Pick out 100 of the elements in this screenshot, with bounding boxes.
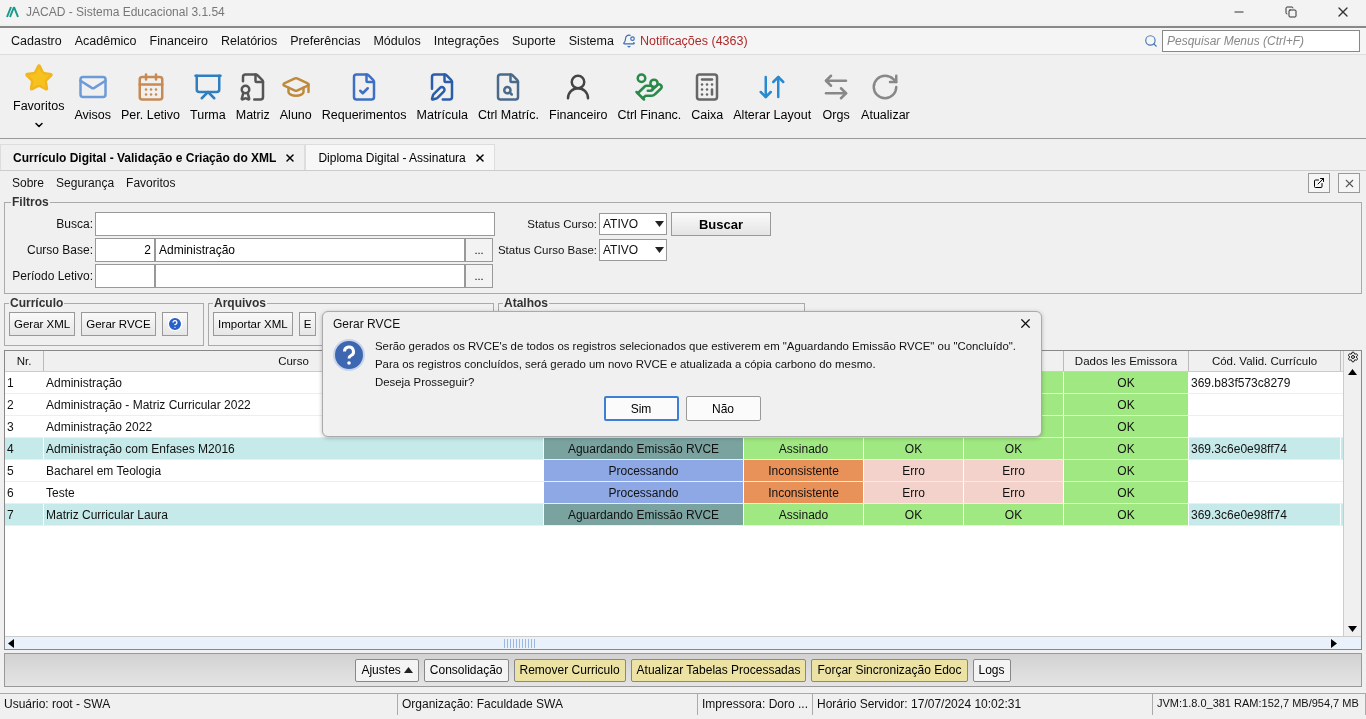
toolbar-button[interactable]: Orgs [816, 56, 857, 137]
help-button[interactable] [161, 312, 188, 336]
menu-item[interactable]: Favoritos [120, 176, 182, 190]
group-button[interactable]: Gerar XML [9, 312, 76, 336]
table-cell: 4 [7, 441, 14, 456]
toolbar-button[interactable]: Alterar Layout [728, 56, 817, 137]
menu-item[interactable]: Integrações [428, 34, 507, 48]
toolbar-button[interactable]: Ctrl Matríc. [472, 56, 545, 137]
detach-button[interactable] [1308, 173, 1330, 193]
toolbar-button[interactable]: Favoritos [8, 56, 70, 137]
field-label: Busca: [55, 217, 94, 231]
column-header[interactable]: Dados les Emissora [1074, 355, 1178, 367]
menu-item[interactable]: Relatórios [215, 34, 286, 48]
search-input[interactable] [95, 212, 495, 236]
close-icon[interactable] [473, 151, 486, 164]
status-cell: Aguardando Emissão RVCE [544, 504, 744, 525]
status-cell: OK [864, 438, 964, 459]
table-row[interactable]: 6 Teste Processando Inconsistente Erro Erro OK [5, 482, 1343, 504]
menu-item[interactable]: Sistema [563, 34, 622, 48]
close-button[interactable] [1338, 173, 1360, 193]
dialog-message: Deseja Prosseguir? [375, 375, 476, 390]
status-cell: Erro [964, 482, 1064, 503]
action-button[interactable]: Forçar Sincronização Edoc [811, 658, 968, 682]
table-cell: 3 [7, 419, 14, 434]
dialog-message: Serão gerados os RVCE's de todos os registros selecionados que estiverem em "Aguardando Emissão RVCE" ou "Concluído". [375, 339, 1016, 354]
group-title: Currículo [9, 296, 65, 310]
group-button[interactable]: E [298, 312, 317, 336]
scroll-left-icon[interactable] [8, 638, 14, 648]
status-cell: Erro [864, 482, 964, 503]
menu-item[interactable]: Financeiro [144, 34, 216, 48]
status-text: Usuário: root - SWA [0, 694, 398, 715]
restore-icon [1285, 6, 1297, 18]
lookup-button[interactable]: ... [465, 264, 493, 288]
hand-coin-icon [634, 71, 665, 102]
action-button[interactable]: Remover Curriculo [513, 658, 626, 682]
table-row[interactable]: 7 Matriz Curricular Laura Aguardando Emissão RVCE Assinado OK OK OK 369.3c6e0e98ff74 [5, 504, 1343, 526]
horizontal-scrollbar[interactable] [5, 636, 1361, 649]
dialog-button[interactable]: Não [685, 396, 761, 421]
close-icon[interactable] [284, 151, 297, 164]
code-input[interactable] [95, 264, 155, 288]
toolbar-button[interactable]: Atualizar [856, 56, 915, 137]
toolbar-button[interactable]: Aluno [274, 56, 317, 137]
menu-item[interactable]: Preferências [285, 34, 369, 48]
action-button[interactable]: Ajustes [355, 658, 419, 682]
app-logo-icon [6, 6, 20, 18]
tab[interactable]: Diploma Digital - Assinatura [305, 144, 495, 170]
lookup-button[interactable]: ... [465, 238, 493, 262]
table-row[interactable]: 4 Administração com Enfases M2016 Aguardando Emissão RVCE Assinado OK OK OK 369.3c6e0e98ff74 [5, 438, 1343, 460]
toolbar-button[interactable]: Matrícula [411, 56, 473, 137]
scroll-up-icon[interactable] [1348, 369, 1357, 375]
search-button[interactable]: Buscar [671, 212, 771, 236]
menu-item[interactable]: Segurança [50, 176, 121, 190]
status-cell: OK [1064, 372, 1189, 393]
column-header[interactable]: Cód. Valid. Currículo [1211, 355, 1318, 367]
filters-title: Filtros [11, 195, 50, 209]
status-select[interactable]: ATIVO [599, 239, 667, 261]
group-title: Atalhos [503, 296, 549, 310]
scroll-down-icon[interactable] [1348, 626, 1357, 632]
table-cell: Administração com Enfases M2016 [46, 441, 235, 456]
action-button[interactable]: Consolidação [423, 658, 509, 682]
dialog-title: Gerar RVCE [333, 316, 401, 331]
menu-item[interactable]: Módulos [368, 34, 429, 48]
menu-item[interactable]: Sobre [6, 176, 51, 190]
status-cell: OK [1064, 394, 1189, 415]
star-icon [23, 62, 54, 93]
tab[interactable]: Currículo Digital - Validação e Criação do XML [0, 144, 306, 170]
status-select[interactable]: ATIVO [599, 213, 667, 235]
name-input[interactable]: Administração [155, 238, 465, 262]
table-row[interactable]: 5 Bacharel em Teologia Processando Inconsistente Erro Erro OK [5, 460, 1343, 482]
toolbar-button[interactable]: Caixa [686, 56, 729, 137]
menu-search-field[interactable]: Pesquisar Menus (Ctrl+F) [1162, 30, 1360, 52]
status-text: JVM:1.8.0_381 RAM:152,7 MB/954,7 MB [1153, 694, 1366, 715]
toolbar-button[interactable]: Per. Letivo [116, 56, 186, 137]
status-cell: Processando [544, 482, 744, 503]
toolbar-button[interactable]: Ctrl Financ. [612, 56, 687, 137]
group-button[interactable]: Importar XML [213, 312, 293, 336]
status-text: Horário Servidor: 17/07/2024 10:02:31 [813, 694, 1153, 715]
scroll-right-icon[interactable] [1331, 638, 1337, 648]
action-button[interactable]: Atualizar Tabelas Processadas [630, 658, 807, 682]
menu-item[interactable]: Suporte [507, 34, 564, 48]
notifications-link[interactable]: Notificações (4363) [639, 34, 1144, 48]
toolbar-button[interactable]: Financeiro [544, 56, 613, 137]
toolbar-button[interactable]: Avisos [69, 56, 116, 137]
menu-item[interactable]: Cadastro [6, 34, 70, 48]
dialog-button[interactable]: Sim [603, 396, 679, 421]
toolbar-button[interactable]: Turma [185, 56, 231, 137]
settings-icon[interactable] [1346, 351, 1359, 363]
menu-item[interactable]: Acadêmico [69, 34, 145, 48]
table-cell: Bacharel em Teologia [46, 463, 162, 478]
column-header[interactable]: Nr. [16, 355, 32, 367]
column-header[interactable]: Curso [278, 355, 309, 367]
code-input[interactable]: 2 [95, 238, 155, 262]
toolbar-button[interactable]: Matriz [230, 56, 275, 137]
toolbar-button[interactable]: Requerimentos [316, 56, 412, 137]
close-icon[interactable] [1018, 316, 1033, 331]
group-button[interactable]: Gerar RVCE [81, 312, 156, 336]
field-label: Status Curso Base: [496, 244, 598, 256]
name-input[interactable] [155, 264, 465, 288]
action-button[interactable]: Logs [972, 658, 1011, 682]
table-cell: Administração [46, 375, 123, 390]
